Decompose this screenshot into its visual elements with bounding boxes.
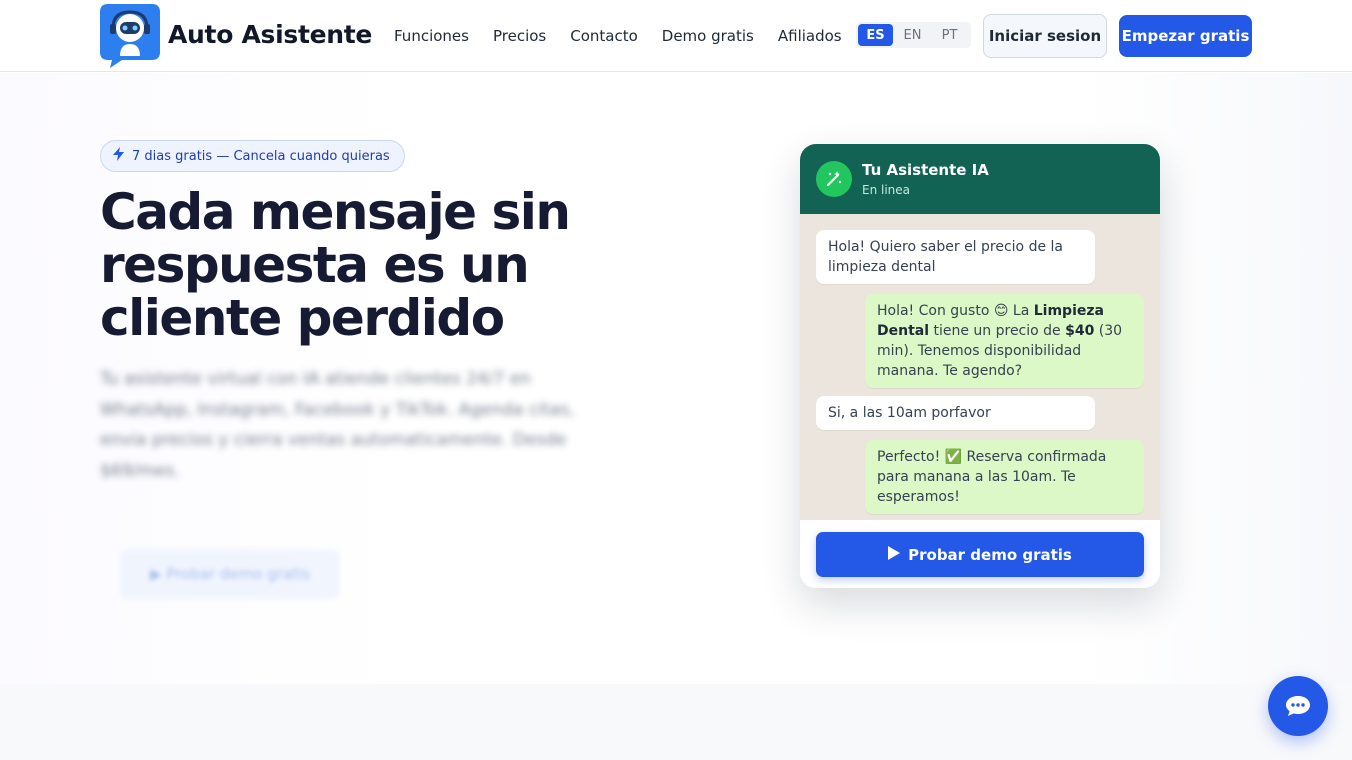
lang-pt-button[interactable]: PT (932, 24, 967, 46)
hero-subtext: Tu asistente virtual con IA atiende clie… (100, 369, 575, 481)
login-button[interactable]: Iniciar sesion (983, 14, 1107, 58)
top-header: Auto Asistente Funciones Precios Contact… (0, 0, 1352, 72)
nav-link-contacto[interactable]: Contacto (570, 27, 638, 45)
bolt-icon (113, 147, 124, 165)
chat-message-incoming: Si, a las 10am porfavor (816, 396, 1095, 430)
lang-es-button[interactable]: ES (858, 24, 893, 46)
chat-messages: Hola! Quiero saber el precio de la limpi… (800, 214, 1160, 520)
next-section-background (0, 684, 1352, 760)
message-price: $40 (1065, 323, 1095, 339)
main-nav: Funciones Precios Contacto Demo gratis A… (394, 27, 866, 45)
magic-wand-icon (816, 161, 852, 197)
try-demo-button-label: Probar demo gratis (908, 545, 1072, 564)
message-text: Hola! Con gusto 😊 La (877, 303, 1034, 319)
chat-message-outgoing: Hola! Con gusto 😊 La Limpieza Dental tie… (865, 294, 1144, 388)
robot-logo-icon[interactable] (100, 4, 160, 68)
nav-link-precios[interactable]: Precios (493, 27, 546, 45)
chat-header: Tu Asistente IA En linea (800, 144, 1160, 214)
trial-badge-text: 7 dias gratis — Cancela cuando quieras (132, 148, 390, 164)
lang-en-button[interactable]: EN (895, 24, 930, 46)
chat-title: Tu Asistente IA (862, 161, 989, 179)
chat-message-outgoing: Perfecto! ✅ Reserva confirmada para mana… (865, 440, 1144, 514)
trial-badge: 7 dias gratis — Cancela cuando quieras (100, 140, 405, 172)
nav-link-funciones[interactable]: Funciones (394, 27, 469, 45)
hero-demo-button-label: Probar demo gratis (166, 565, 310, 583)
nav-link-afiliados[interactable]: Afiliados (778, 27, 842, 45)
chat-message-incoming: Hola! Quiero saber el precio de la limpi… (816, 230, 1095, 284)
try-demo-button[interactable]: Probar demo gratis (816, 532, 1144, 577)
brand-name[interactable]: Auto Asistente (168, 20, 372, 49)
chat-bubble-icon[interactable] (1268, 676, 1328, 736)
chat-footer: Probar demo gratis (800, 520, 1160, 588)
hero-headline: Cada mensaje sin respuesta es un cliente… (100, 183, 571, 347)
nav-link-demo[interactable]: Demo gratis (662, 27, 754, 45)
chat-preview-card: Tu Asistente IA En linea Hola! Quiero sa… (800, 144, 1160, 588)
chat-status: En linea (862, 183, 911, 197)
play-icon (888, 545, 901, 564)
play-icon: ▶ (150, 565, 167, 583)
start-free-button[interactable]: Empezar gratis (1119, 15, 1252, 57)
message-text: tiene un precio de (929, 323, 1066, 339)
language-switcher: ES EN PT (856, 22, 971, 48)
hero-demo-button[interactable]: ▶ Probar demo gratis (120, 549, 340, 599)
